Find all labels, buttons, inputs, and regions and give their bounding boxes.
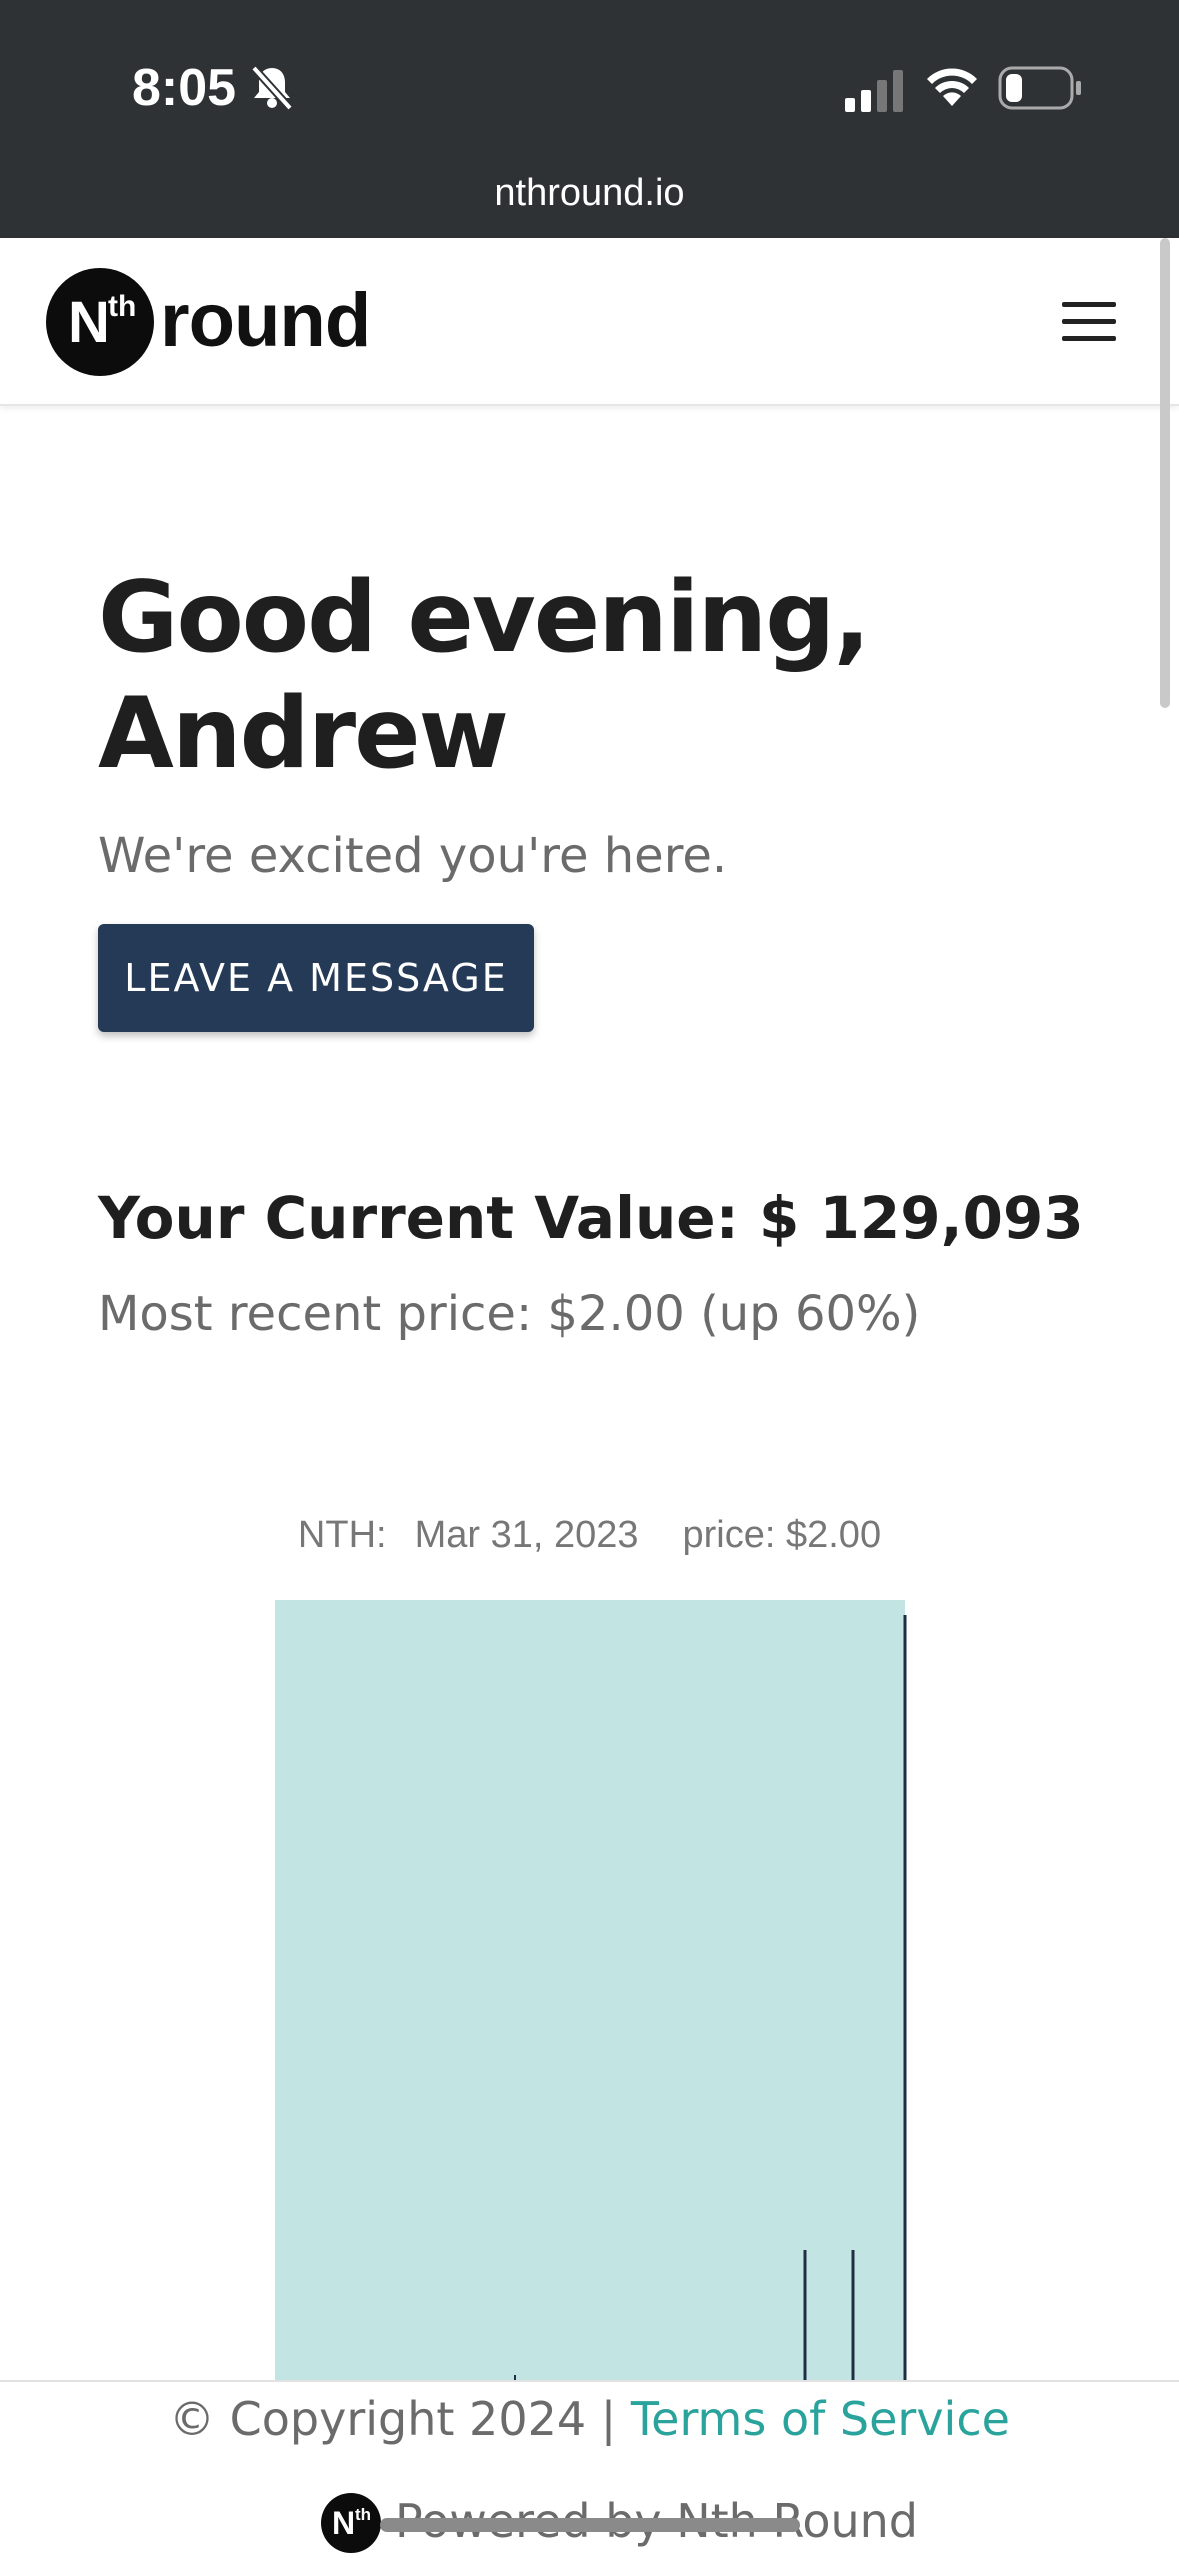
chart-tooltip: NTH: Mar 31, 2023 price: $2.00	[0, 1514, 1179, 1557]
clock: 8:05	[132, 59, 237, 117]
hero-subtitle: We're excited you're here.	[98, 828, 728, 884]
nth-round-small-badge-icon: N th	[321, 2493, 381, 2553]
copyright-line: © Copyright 2024 | Terms of Service	[0, 2392, 1179, 2446]
greeting-line-1: Good evening,	[98, 561, 871, 675]
svg-text:th: th	[355, 2505, 371, 2524]
silent-bell-icon	[251, 65, 293, 110]
cellular-signal-icon	[845, 70, 903, 112]
url-bar[interactable]: nthround.io	[0, 172, 1179, 215]
copyright-text: © Copyright 2024 |	[169, 2392, 617, 2446]
home-indicator[interactable]	[380, 2518, 800, 2532]
tooltip-symbol: NTH:	[297, 1514, 387, 1556]
nth-round-logo-badge[interactable]: N th	[44, 266, 156, 378]
status-bar: 8:05 nthround.io	[0, 0, 1179, 238]
svg-text:N: N	[332, 2505, 355, 2541]
svg-text:N: N	[68, 290, 110, 355]
tooltip-price: price: $2.00	[682, 1514, 882, 1556]
svg-text:th: th	[108, 290, 136, 323]
battery-icon	[998, 66, 1081, 110]
scrollbar[interactable]	[1160, 238, 1170, 708]
logo-wordmark[interactable]: round	[160, 277, 371, 364]
wifi-icon	[927, 68, 977, 106]
leave-message-button[interactable]: LEAVE A MESSAGE	[98, 924, 534, 1032]
greeting-heading: Good evening, Andrew	[98, 560, 1098, 792]
terms-of-service-link[interactable]: Terms of Service	[631, 2392, 1010, 2446]
current-value: Your Current Value: $ 129,093	[98, 1184, 1084, 1252]
hamburger-menu-icon[interactable]	[1062, 302, 1116, 342]
price-chart[interactable]: $2.0$1.5$1.0$0.5	[0, 1600, 1179, 2380]
greeting-line-2: Andrew	[98, 677, 509, 791]
price-area	[275, 1600, 905, 2380]
recent-price: Most recent price: $2.00 (up 60%)	[98, 1286, 921, 1342]
tooltip-date: Mar 31, 2023	[414, 1514, 639, 1556]
